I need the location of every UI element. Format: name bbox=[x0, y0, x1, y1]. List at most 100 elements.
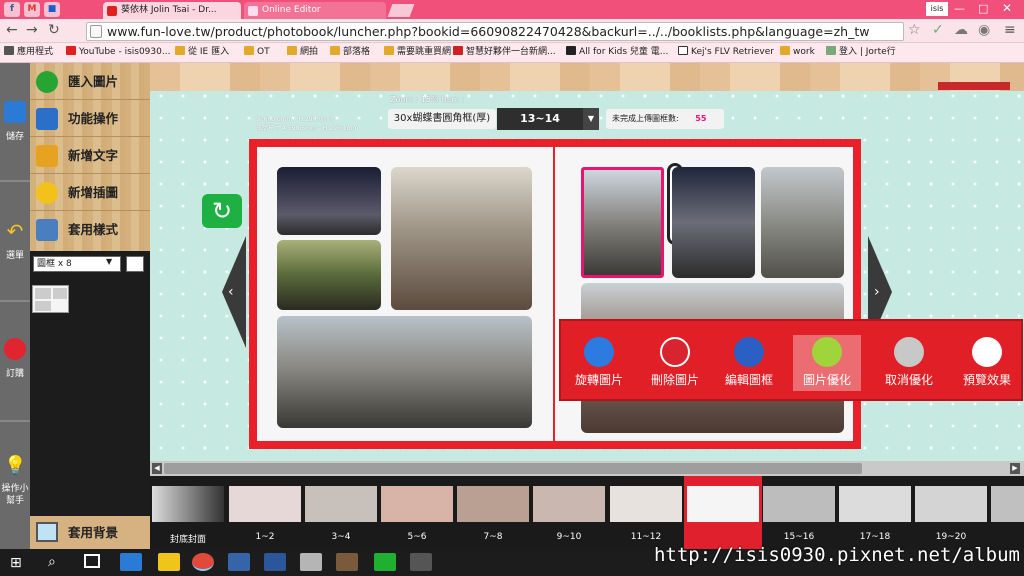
photo-frame[interactable] bbox=[761, 167, 844, 278]
apps-icon bbox=[4, 46, 14, 55]
profile-badge[interactable]: isis bbox=[926, 2, 948, 16]
bookmark-allforkids[interactable]: All for Kids 兒童 電... bbox=[566, 45, 668, 59]
extension-icon[interactable]: ◉ bbox=[978, 21, 990, 39]
word-icon[interactable] bbox=[264, 553, 286, 571]
windows-start-icon[interactable]: ⊞ bbox=[10, 555, 22, 571]
site-icon bbox=[453, 46, 463, 55]
photo-frame[interactable] bbox=[277, 240, 381, 310]
photo-frame[interactable] bbox=[277, 167, 381, 235]
scrollbar-thumb[interactable] bbox=[164, 463, 862, 474]
app-icon[interactable] bbox=[336, 553, 358, 571]
app-icon[interactable] bbox=[410, 553, 432, 571]
menu-apply-style[interactable]: 套用樣式 bbox=[30, 211, 150, 248]
bookmark-blog[interactable]: 部落格 bbox=[330, 45, 370, 59]
tab-online-editor[interactable]: Online Editor bbox=[244, 2, 386, 19]
bookmark-partner[interactable]: 智慧好夥伴一台新網... bbox=[453, 45, 556, 59]
page-thumbnail[interactable] bbox=[152, 486, 224, 522]
sidebar-save[interactable]: 儲存 bbox=[0, 101, 30, 142]
rotate-90-icon bbox=[584, 337, 614, 367]
bookmark-ot[interactable]: OT bbox=[244, 45, 270, 59]
preview-button[interactable]: 預覽效果 bbox=[953, 335, 1021, 391]
app-icon[interactable] bbox=[300, 553, 322, 571]
bookmark-shop[interactable]: 網拍 bbox=[287, 45, 318, 59]
close-window-icon[interactable]: ✕ bbox=[1002, 1, 1012, 15]
sidebar-menu[interactable]: ↶ 選單 bbox=[0, 220, 30, 261]
style-thumbnail[interactable] bbox=[32, 285, 69, 313]
tab-youtube[interactable]: 葵依林 Jolin Tsai - Dr... bbox=[103, 2, 241, 19]
optimize-image-button[interactable]: 圖片優化 bbox=[793, 335, 861, 391]
page-thumbnail[interactable] bbox=[991, 486, 1024, 522]
maximize-icon[interactable]: □ bbox=[978, 2, 988, 15]
scroll-left-icon[interactable]: ◀ bbox=[152, 463, 162, 474]
page-thumbnail[interactable] bbox=[381, 486, 453, 522]
page-thumbnail[interactable] bbox=[763, 486, 835, 522]
new-tab-button[interactable] bbox=[387, 4, 415, 17]
page-thumbnail[interactable] bbox=[533, 486, 605, 522]
sidebar-order[interactable]: 訂購 bbox=[0, 338, 30, 379]
photo-frame[interactable] bbox=[672, 167, 755, 278]
cloud-extension-icon[interactable]: ☁ bbox=[954, 21, 968, 39]
forward-arrow-icon[interactable]: → bbox=[26, 21, 38, 39]
site-icon bbox=[566, 46, 576, 55]
page-range-select[interactable]: 13~14 bbox=[497, 108, 583, 130]
bookmark-need[interactable]: 需要跳重買網 bbox=[384, 45, 451, 59]
sparkle-icon bbox=[812, 337, 842, 367]
menu-add-text[interactable]: 新增文字 bbox=[30, 137, 150, 174]
collapse-tab[interactable] bbox=[938, 82, 1010, 90]
bookmark-work[interactable]: work bbox=[780, 45, 815, 59]
page-info-icon[interactable] bbox=[90, 25, 102, 38]
sidebar-label: 儲存 bbox=[5, 132, 24, 142]
sidebar-helper[interactable]: 💡 操作小幫手 bbox=[0, 455, 30, 507]
page-thumbnail[interactable] bbox=[457, 486, 529, 522]
photo-frame[interactable] bbox=[277, 316, 532, 428]
line-icon[interactable] bbox=[374, 553, 396, 571]
page-thumbnail[interactable] bbox=[229, 486, 301, 522]
star-icon[interactable]: ☆ bbox=[908, 21, 921, 39]
chrome-icon[interactable] bbox=[192, 553, 214, 571]
explorer-icon[interactable] bbox=[158, 553, 180, 571]
page-label: 5~6 bbox=[407, 532, 427, 542]
delete-image-button[interactable]: 刪除圖片 bbox=[641, 335, 709, 391]
bookmark-ie-import[interactable]: 從 IE 匯入 bbox=[175, 45, 229, 59]
menu-add-clipart[interactable]: 新增插圖 bbox=[30, 174, 150, 211]
filmstrip-scrollbar[interactable]: ◀ ▶ bbox=[150, 461, 1024, 476]
menu-operations[interactable]: 功能操作 bbox=[30, 100, 150, 137]
search-icon[interactable]: ⌕ bbox=[48, 554, 56, 570]
menu-import-image[interactable]: 匯入圖片 bbox=[30, 63, 150, 100]
chevron-down-icon[interactable]: ▼ bbox=[583, 108, 599, 130]
cancel-optimize-button[interactable]: 取消優化 bbox=[875, 335, 943, 391]
style-panel: 圖框 x 8 ▼ bbox=[30, 251, 150, 516]
page-thumbnail-current[interactable] bbox=[687, 486, 759, 522]
back-arrow-icon[interactable]: ← bbox=[6, 21, 18, 39]
rotate-spread-icon[interactable]: ↻ bbox=[202, 194, 242, 228]
rotate-image-button[interactable]: 旋轉圖片 bbox=[565, 335, 633, 391]
bookmark-youtube[interactable]: YouTube - isis0930... bbox=[66, 45, 170, 59]
pinned-tab-gmail[interactable]: M bbox=[24, 2, 40, 17]
reload-icon[interactable]: ↻ bbox=[48, 21, 60, 39]
photo-frame[interactable] bbox=[391, 167, 532, 310]
check-extension-icon[interactable]: ✓ bbox=[932, 21, 944, 39]
pinned-tab-docs[interactable]: ■ bbox=[44, 2, 60, 17]
zoom-readout: Zoom : 15% Usm : bbox=[390, 95, 465, 104]
expand-icon[interactable] bbox=[126, 256, 144, 272]
edit-frame-button[interactable]: 編輯圖框 bbox=[715, 335, 783, 391]
apply-background-button[interactable]: 套用背景 bbox=[30, 516, 150, 549]
menu-icon[interactable]: ≡ bbox=[1004, 21, 1016, 39]
page-thumbnail[interactable] bbox=[305, 486, 377, 522]
photo-frame-selected[interactable] bbox=[581, 167, 664, 278]
bookmark-flv[interactable]: Kej's FLV Retriever bbox=[678, 45, 774, 59]
task-view-icon[interactable] bbox=[84, 554, 100, 568]
url-input[interactable]: www.fun-love.tw/product/photobook/lunche… bbox=[86, 22, 904, 41]
page-thumbnail[interactable] bbox=[839, 486, 911, 522]
page-thumbnail[interactable] bbox=[915, 486, 987, 522]
remaining-frames: 未完成上傳圖框數: 55 bbox=[606, 109, 724, 129]
page-thumbnail[interactable] bbox=[610, 486, 682, 522]
scroll-right-icon[interactable]: ▶ bbox=[1010, 463, 1020, 474]
undo-icon: ↶ bbox=[6, 219, 24, 243]
bookmark-apps[interactable]: 應用程式 bbox=[4, 45, 53, 59]
minimize-icon[interactable]: — bbox=[954, 2, 965, 15]
edge-icon[interactable] bbox=[120, 553, 142, 571]
pinned-tab-facebook[interactable]: f bbox=[4, 2, 20, 17]
bookmark-jorte[interactable]: 登入 | Jorte行 bbox=[826, 45, 896, 59]
app-icon[interactable] bbox=[228, 553, 250, 571]
